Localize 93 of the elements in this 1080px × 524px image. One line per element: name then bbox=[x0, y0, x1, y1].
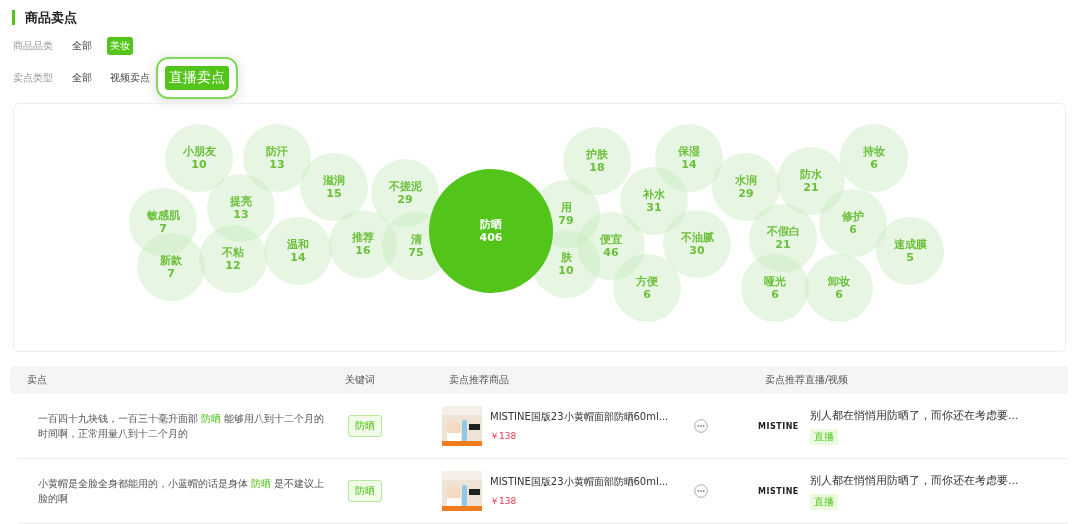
bubble-count: 12 bbox=[225, 258, 241, 272]
bubble-count: 16 bbox=[355, 243, 371, 257]
filter-label: 卖点类型 bbox=[13, 70, 53, 85]
bubble-count: 6 bbox=[835, 287, 843, 301]
more-icon[interactable] bbox=[694, 419, 709, 434]
section-title: 商品卖点 bbox=[12, 10, 1080, 25]
bubble-count: 31 bbox=[646, 200, 662, 214]
bubble-count: 21 bbox=[803, 180, 819, 194]
keyword-bubble[interactable]: 速成膜 5 bbox=[876, 216, 944, 285]
bubble-count: 13 bbox=[269, 157, 285, 171]
bubble-count: 7 bbox=[159, 221, 167, 235]
bubble-label: 持妆 bbox=[863, 144, 885, 158]
product-name[interactable]: MISTINE国版23小黄帽面部防晒60ml... bbox=[490, 409, 669, 424]
video-title[interactable]: 别人都在悄悄用防晒了，而你还在考虑要... bbox=[810, 407, 1019, 423]
keyword-bubble[interactable]: 不粘 12 bbox=[199, 224, 267, 293]
bubble-label: 新款 bbox=[160, 253, 182, 267]
bubble-count: 6 bbox=[849, 222, 857, 236]
bubble-label: 提亮 bbox=[230, 194, 252, 208]
column-header: 卖点 bbox=[27, 373, 48, 388]
bubble-count: 79 bbox=[558, 213, 574, 227]
bubble-label: 防汗 bbox=[266, 144, 288, 158]
bubble-label: 修护 bbox=[842, 209, 864, 223]
bubble-count: 10 bbox=[558, 263, 574, 277]
filter-option[interactable]: 全部 bbox=[69, 68, 95, 87]
brand-logo: MISTINE bbox=[758, 421, 800, 431]
keyword-bubble[interactable]: 温和 14 bbox=[264, 216, 332, 285]
bubble-label: 温和 bbox=[287, 237, 309, 251]
keyword-bubble[interactable]: 卸妆 6 bbox=[805, 253, 873, 322]
bubble-label: 保湿 bbox=[678, 144, 700, 158]
bubble-count: 6 bbox=[643, 287, 651, 301]
bubble-label: 清 bbox=[410, 232, 422, 246]
bubble-label: 小朋友 bbox=[182, 144, 216, 158]
keyword-tag: 防晒 bbox=[348, 480, 382, 503]
bubble-label: 速成膜 bbox=[893, 237, 927, 251]
bubble-label: 护肤 bbox=[586, 147, 608, 161]
bubble-label: 肤 bbox=[560, 250, 572, 264]
product-price: ￥138 bbox=[490, 429, 518, 443]
bubble-count: 13 bbox=[233, 207, 249, 221]
bubble-count: 6 bbox=[771, 287, 779, 301]
bubble-label: 推荐 bbox=[352, 230, 374, 244]
bubble-label: 哑光 bbox=[764, 274, 786, 288]
product-price: ￥138 bbox=[490, 494, 518, 508]
column-header: 卖点推荐直播/视频 bbox=[765, 373, 850, 388]
bubble-label: 卸妆 bbox=[828, 274, 850, 288]
bubble-count: 15 bbox=[326, 186, 342, 200]
bubble-count: 18 bbox=[589, 160, 605, 174]
filter-option[interactable]: 视频卖点 bbox=[107, 68, 153, 87]
live-tag: 直播 bbox=[810, 493, 838, 510]
bubble-label: 防水 bbox=[800, 167, 822, 181]
keyword-bubble[interactable]: 滋润 15 bbox=[300, 152, 368, 221]
bubble-count: 406 bbox=[479, 230, 503, 244]
filter-option[interactable]: 美妆 bbox=[107, 36, 133, 55]
bubble-count: 75 bbox=[408, 245, 424, 259]
selling-point-text: 一百四十九块钱，一百三十毫升面部 防晒 能够用八到十二个月的时间啊，正常用量八到十二个月的 bbox=[38, 412, 326, 442]
keyword-bubble[interactable]: 不油腻 30 bbox=[663, 209, 731, 278]
keyword-bubble[interactable]: 小朋友 10 bbox=[165, 123, 233, 192]
bubble-count: 5 bbox=[906, 250, 914, 264]
bubble-label: 不粘 bbox=[222, 245, 244, 259]
keyword-bubble[interactable]: 修护 6 bbox=[819, 188, 887, 257]
keyword-bubble[interactable]: 持妆 6 bbox=[840, 123, 908, 192]
brand-logo: MISTINE bbox=[758, 486, 800, 496]
bubble-count: 14 bbox=[290, 250, 306, 264]
keyword-tag: 防晒 bbox=[348, 415, 382, 438]
bubble-count: 7 bbox=[167, 266, 175, 280]
bubble-label: 便宜 bbox=[600, 232, 622, 246]
bubble-label: 防晒 bbox=[480, 217, 502, 231]
bubble-count: 30 bbox=[689, 243, 705, 257]
bubble-count: 29 bbox=[738, 186, 754, 200]
bubble-label: 滋润 bbox=[323, 173, 345, 187]
bubble-label: 水润 bbox=[735, 173, 757, 187]
column-header: 关键词 bbox=[345, 373, 376, 388]
keyword-bubble[interactable]: 防汗 13 bbox=[243, 123, 311, 192]
bubble-label: 不假白 bbox=[766, 224, 800, 238]
column-header: 卖点推荐商品 bbox=[449, 373, 510, 388]
product-name[interactable]: MISTINE国版23小黄帽面部防晒60ml... bbox=[490, 474, 669, 489]
filter-label: 商品品类 bbox=[13, 38, 53, 53]
bubble-label: 敏感肌 bbox=[146, 208, 180, 222]
bubble-label: 不搓泥 bbox=[388, 179, 422, 193]
more-icon[interactable] bbox=[694, 484, 709, 499]
video-title[interactable]: 别人都在悄悄用防晒了，而你还在考虑要... bbox=[810, 472, 1019, 488]
bubble-count: 6 bbox=[870, 157, 878, 171]
keyword-bubble[interactable]: 水润 29 bbox=[712, 152, 780, 221]
filter-option[interactable]: 全部 bbox=[69, 36, 95, 55]
selling-point-text: 小黄帽是全脸全身都能用的，小蓝帽的话是身体 防晒 是不建议上脸的啊 bbox=[38, 477, 326, 507]
keyword-bubble[interactable]: 新款 7 bbox=[137, 232, 205, 301]
keyword-bubble[interactable]: 护肤 18 bbox=[563, 126, 631, 195]
bubble-count: 10 bbox=[191, 157, 207, 171]
bubble-count: 29 bbox=[397, 192, 413, 206]
keyword-bubble[interactable]: 防晒 406 bbox=[429, 168, 553, 293]
bubble-label: 用 bbox=[560, 200, 572, 214]
live-tag: 直播 bbox=[810, 428, 838, 445]
bubble-count: 21 bbox=[775, 237, 791, 251]
keyword-bubble[interactable]: 哑光 6 bbox=[741, 253, 809, 322]
